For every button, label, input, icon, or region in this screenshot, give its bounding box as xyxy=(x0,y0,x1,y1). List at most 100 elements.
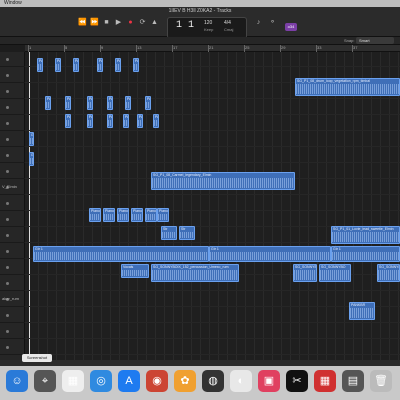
rewind-icon[interactable]: ⏪ xyxy=(78,19,87,27)
metronome-icon[interactable]: ▲ xyxy=(150,19,159,27)
audio-region[interactable]: SG_SONNYBO xyxy=(319,264,351,282)
audio-region[interactable]: Gtr 1 xyxy=(331,246,400,262)
capcut-icon[interactable]: ✂ xyxy=(286,370,308,392)
tracks-area[interactable]: PANKBR PANKBR PANKBR PANKBR PANKBR PANKBR PANK… xyxy=(25,52,400,360)
track-lane[interactable] xyxy=(25,196,400,211)
track-lane[interactable] xyxy=(25,308,400,323)
solo-icon[interactable]: ⚬ xyxy=(268,19,277,27)
track-header[interactable] xyxy=(0,52,25,67)
safari-icon[interactable]: ◎ xyxy=(90,370,112,392)
audio-region[interactable]: Str xyxy=(179,226,195,240)
cycle-icon[interactable]: ⟳ xyxy=(138,19,147,27)
audio-region[interactable]: PANKBR xyxy=(97,58,103,72)
track-header[interactable]: V_Elmin xyxy=(0,180,25,195)
audio-region[interactable]: PANKBR xyxy=(107,114,113,128)
calculator-icon[interactable]: ▤ xyxy=(342,370,364,392)
track-lane[interactable] xyxy=(25,52,400,67)
audio-region[interactable]: PANKBR xyxy=(115,58,121,72)
track-header[interactable] xyxy=(0,100,25,115)
audio-region[interactable]: PANKBR xyxy=(107,96,113,110)
track-header[interactable] xyxy=(0,212,25,227)
stop-icon[interactable]: ■ xyxy=(102,19,111,27)
audio-region[interactable]: PANKBR xyxy=(123,114,129,128)
calendar-icon[interactable]: ▦ xyxy=(62,370,84,392)
track-header[interactable] xyxy=(0,164,25,179)
track-header[interactable] xyxy=(0,116,25,131)
play-icon[interactable]: ▶ xyxy=(114,19,123,27)
launchpad-icon[interactable]: ▦ xyxy=(314,370,336,392)
tuner-icon[interactable]: ♪ xyxy=(254,19,263,27)
track-header[interactable] xyxy=(0,260,25,275)
audio-region[interactable]: SG_P1_08_Carmel_legendary_Elmin xyxy=(151,172,295,190)
audio-region[interactable]: PANKBR xyxy=(133,58,139,72)
track-header[interactable] xyxy=(0,244,25,259)
track-header[interactable] xyxy=(0,196,25,211)
audio-region[interactable]: Piano xyxy=(157,208,169,222)
audio-region[interactable]: PANKBR xyxy=(45,96,51,110)
audio-region[interactable]: Piano xyxy=(131,208,143,222)
audio-region[interactable]: Piano xyxy=(145,208,157,222)
track-lane[interactable] xyxy=(25,148,400,163)
audio-region[interactable]: PANKBR xyxy=(125,96,131,110)
finder-icon[interactable]: ☺ xyxy=(6,370,28,392)
audio-region[interactable]: Piano xyxy=(117,208,129,222)
audio-region[interactable]: Gtr xyxy=(29,152,34,166)
audio-region[interactable]: SG_P1_08_drum_loop_vegetation_rpm_timbal xyxy=(295,78,400,96)
forward-icon[interactable]: ⏩ xyxy=(90,19,99,27)
audio-region[interactable]: SG_SONNYBOIX_152_percussion_Umexo_rum xyxy=(151,264,239,282)
audio-region[interactable]: SG_SONNYBO xyxy=(377,264,400,282)
snap-dropdown[interactable]: Smart xyxy=(356,37,394,44)
audio-region[interactable]: PANKBR xyxy=(65,114,71,128)
lcd-display[interactable]: 1 1 120 Keep 4/4 Cmaj xyxy=(167,17,247,39)
audio-region[interactable]: PANKBR xyxy=(65,96,71,110)
bar-ruler[interactable]: 1 5 9 13 17 21 25 29 33 37 xyxy=(25,45,400,52)
audio-region[interactable]: PANKBR xyxy=(55,58,61,72)
track-header[interactable] xyxy=(0,228,25,243)
audio-region[interactable]: PANKBR xyxy=(87,96,93,110)
audio-region[interactable]: Gtr 1 xyxy=(209,246,331,262)
record-icon[interactable]: ● xyxy=(126,19,135,27)
audio-region[interactable]: PANKBR xyxy=(73,58,79,72)
track-lane[interactable] xyxy=(25,100,400,115)
photos-icon[interactable]: ✿ xyxy=(174,370,196,392)
track-lane[interactable] xyxy=(25,292,400,307)
track-lane[interactable] xyxy=(25,212,400,227)
audio-region[interactable]: PANKBR xyxy=(153,114,159,128)
track-lane[interactable] xyxy=(25,132,400,147)
audio-region[interactable]: PANKBR xyxy=(145,96,151,110)
track-header[interactable] xyxy=(0,132,25,147)
audio-region[interactable]: Vocals xyxy=(121,264,149,278)
photo-booth-icon[interactable]: ◉ xyxy=(146,370,168,392)
audio-region[interactable]: Piano xyxy=(103,208,115,222)
trash-icon[interactable]: 🗑 xyxy=(370,370,392,392)
audio-region[interactable]: Piano xyxy=(89,208,101,222)
track-lane[interactable] xyxy=(25,340,400,355)
track-header[interactable] xyxy=(0,308,25,323)
track-header[interactable] xyxy=(0,84,25,99)
audio-region[interactable]: PANKBR xyxy=(37,58,43,72)
audio-region[interactable]: Gtr xyxy=(29,132,34,146)
recorder-icon[interactable]: ▣ xyxy=(258,370,280,392)
track-header[interactable] xyxy=(0,276,25,291)
track-header[interactable] xyxy=(0,68,25,83)
screenshot-icon[interactable]: ⌖ xyxy=(34,370,56,392)
audio-region[interactable]: Gtr 1 xyxy=(33,246,209,262)
audio-region[interactable]: PANKBR xyxy=(87,114,93,128)
safari-icon-glyph: ◎ xyxy=(96,375,106,387)
audio-region[interactable]: SG_P1_01_Lovie_lead_sweetie_Elmin xyxy=(331,226,400,244)
chrome-icon[interactable]: ◐ xyxy=(230,370,252,392)
audio-region[interactable]: SG_SONNYBO xyxy=(293,264,317,282)
audio-region[interactable]: PANKBR xyxy=(349,302,375,320)
track-header[interactable] xyxy=(0,340,25,355)
audio-region[interactable]: PANKBR xyxy=(137,114,143,128)
track-lane[interactable] xyxy=(25,116,400,131)
track-header[interactable]: aker_rum xyxy=(0,292,25,307)
app-store-icon[interactable]: A xyxy=(118,370,140,392)
track-header[interactable] xyxy=(0,148,25,163)
mode-badge[interactable]: o34 xyxy=(285,23,297,31)
logic-pro-icon[interactable]: ◍ xyxy=(202,370,224,392)
track-lane[interactable] xyxy=(25,324,400,339)
track-header[interactable] xyxy=(0,324,25,339)
audio-region[interactable]: Str xyxy=(161,226,177,240)
menu-window[interactable]: Window xyxy=(4,0,22,6)
